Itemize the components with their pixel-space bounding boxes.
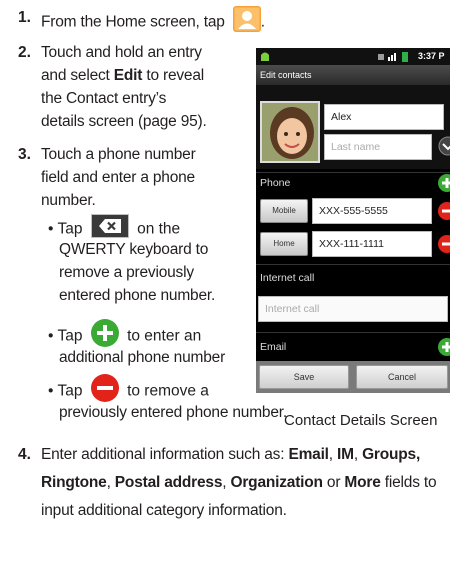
signal-battery-icons <box>378 52 408 62</box>
internet-call-section-label: Internet call <box>260 272 315 284</box>
bullet-1-line-2: QWERTY keyboard to <box>59 241 209 258</box>
step-1-text: From the Home screen, tap . <box>41 6 265 39</box>
step-4-groups: Groups, <box>362 446 421 463</box>
step-4-organization: Organization <box>230 474 323 491</box>
first-name-field[interactable]: Alex <box>324 104 444 130</box>
step-4-comma: , <box>353 446 363 463</box>
divider <box>256 172 450 173</box>
status-time: 3:37 P <box>418 51 445 61</box>
step-number-4: 4. <box>18 446 31 463</box>
add-phone-icon[interactable] <box>438 174 450 192</box>
step-2-line-1: Touch and hold an entry <box>41 44 202 61</box>
step-2-line-2: and select Edit to reveal <box>41 64 204 87</box>
bullet-2-tap: Tap <box>57 327 83 345</box>
email-section-label: Email <box>260 341 287 353</box>
step-4-comma: , <box>106 474 115 491</box>
step-4-ringtone: Ringtone <box>41 474 107 491</box>
add-email-icon[interactable] <box>438 338 450 356</box>
contacts-icon <box>232 6 261 39</box>
step-4-comma: , <box>328 446 338 463</box>
bullet-2-after: to enter an <box>127 327 202 345</box>
bullet-1-line-4: entered phone number. <box>59 287 216 304</box>
step-4-text: Enter additional information such as: <box>41 446 289 463</box>
step-2-text-after: to reveal <box>142 67 205 84</box>
step-3-line-1: Touch a phone number <box>41 146 196 163</box>
phone-section-label: Phone <box>260 177 291 189</box>
step-number-2: 2. <box>18 44 31 61</box>
step-2-line-3: the Contact entry’s <box>41 90 167 107</box>
step-1-text-after: . <box>260 13 265 31</box>
step-number-1: 1. <box>18 9 31 26</box>
mobile-number-field[interactable]: XXX-555-5555 <box>312 198 432 224</box>
step-2-line-4: details screen (page 95). <box>41 113 207 130</box>
step-1-text-before: From the Home screen, tap <box>41 13 225 31</box>
step-4-or: or <box>322 474 345 491</box>
internet-call-field[interactable]: Internet call <box>258 296 448 322</box>
step-3-line-2: field and enter a phone <box>41 169 195 186</box>
bullet-3-tap: Tap <box>57 382 83 400</box>
bullet-3-line-2: previously entered phone number. <box>59 404 287 421</box>
figure-caption: Contact Details Screen <box>284 412 438 429</box>
phone-type-home-button[interactable]: Home <box>260 232 308 256</box>
step-4-line-1: Enter additional information such as: Em… <box>41 443 420 466</box>
step-2-text: and select <box>41 67 114 84</box>
divider <box>256 264 450 265</box>
step-4-im: IM <box>337 446 354 463</box>
phone-type-mobile-button[interactable]: Mobile <box>260 199 308 223</box>
step-4-more: More <box>344 474 381 491</box>
step-4-postal: Postal address <box>114 474 223 491</box>
step-3-line-3: number. <box>41 192 96 209</box>
cancel-button[interactable]: Cancel <box>356 365 448 389</box>
bullet-1-tap: Tap <box>57 220 83 238</box>
step-2-edit: Edit <box>113 67 143 84</box>
step-4-line-3: input additional category information. <box>41 502 287 519</box>
bullet-1-after: on the <box>137 220 181 238</box>
screen-title: Edit contacts <box>256 65 450 85</box>
save-button[interactable]: Save <box>259 365 349 389</box>
home-number-field[interactable]: XXX-111-1111 <box>312 231 432 257</box>
step-4-line-2: Ringtone, Postal address, Organization o… <box>41 471 437 494</box>
bullet-3-after: to remove a <box>127 382 209 400</box>
divider <box>256 332 450 333</box>
contact-details-screenshot: 3:37 P Edit contacts Alex Last name Phon… <box>256 48 450 393</box>
status-bar: 3:37 P <box>256 48 450 65</box>
step-4-email: Email <box>288 446 329 463</box>
expand-name-icon[interactable] <box>438 136 450 156</box>
android-icon <box>261 52 269 61</box>
contact-photo[interactable] <box>260 101 320 163</box>
remove-mobile-icon[interactable] <box>438 202 450 220</box>
step-number-3: 3. <box>18 146 31 163</box>
last-name-field[interactable]: Last name <box>324 134 432 160</box>
bullet-1-line-3: remove a previously <box>59 264 194 281</box>
bullet-2-line-2: additional phone number <box>59 349 226 366</box>
step-4-text-after: fields to <box>380 474 437 491</box>
remove-home-icon[interactable] <box>438 235 450 253</box>
